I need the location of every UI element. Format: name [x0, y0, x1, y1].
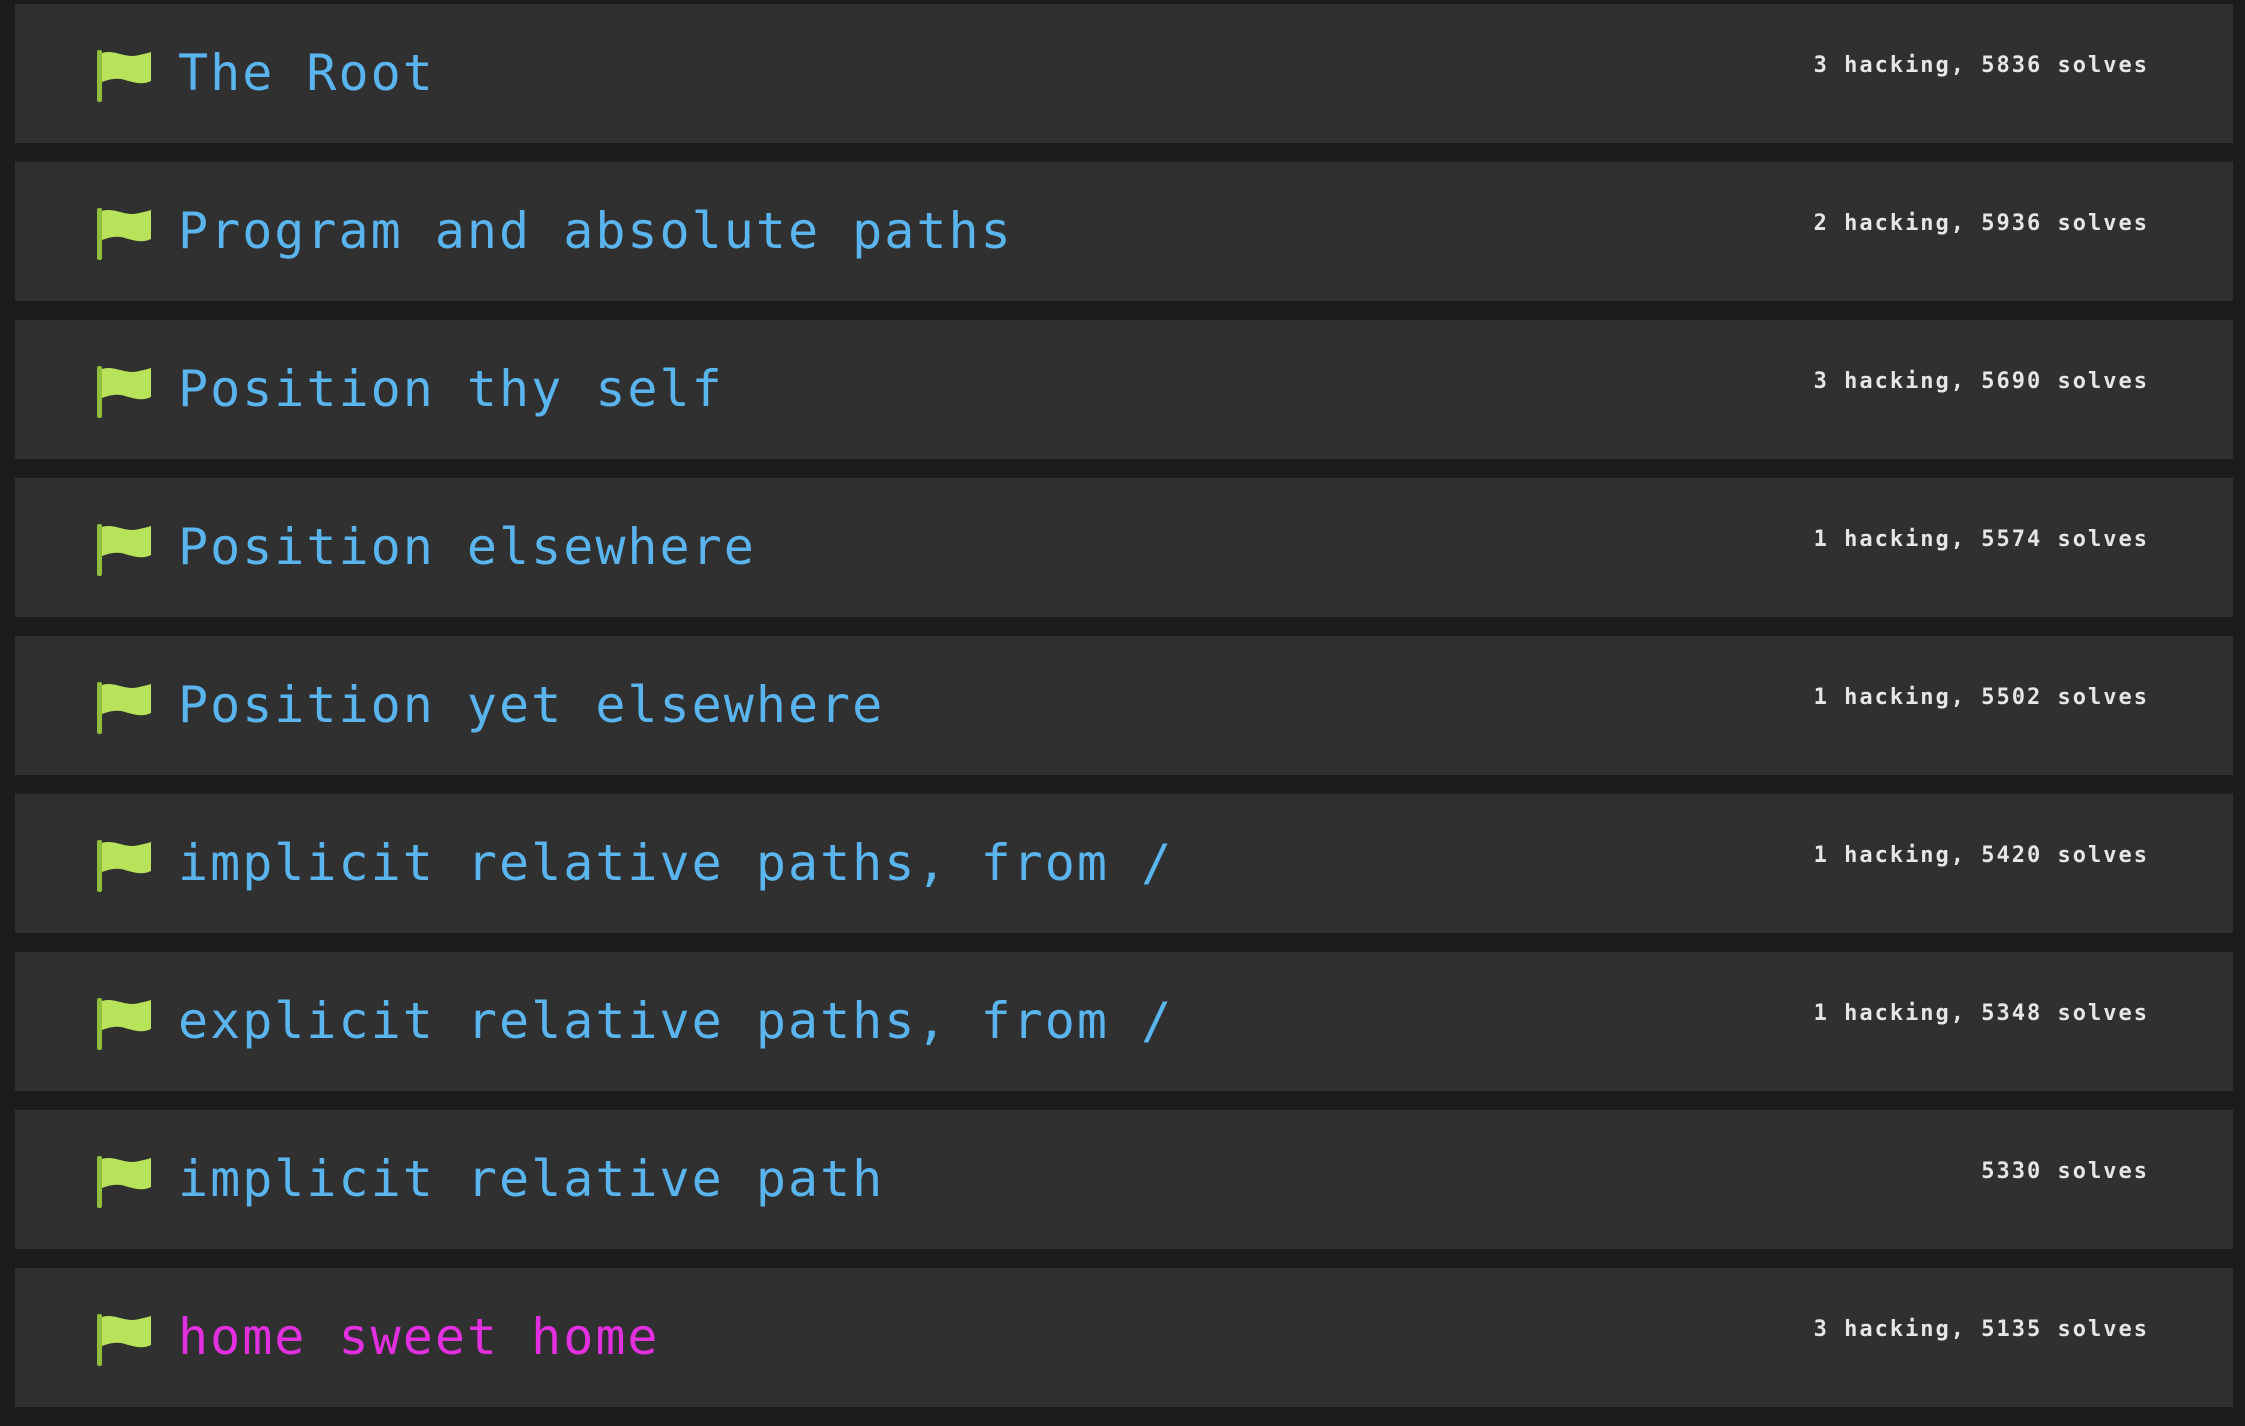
flag-icon	[97, 524, 151, 576]
challenge-stats: 3 hacking, 5690 solves	[1813, 369, 2149, 394]
flag-icon	[97, 1156, 151, 1208]
challenge-row-0[interactable]: The Root 3 hacking, 5836 solves	[15, 4, 2233, 143]
challenge-title[interactable]: Position elsewhere	[178, 478, 756, 617]
challenge-title[interactable]: The Root	[178, 4, 435, 143]
flag-icon	[97, 682, 151, 734]
challenge-stats: 2 hacking, 5936 solves	[1813, 211, 2149, 236]
challenge-row-7[interactable]: implicit relative path 5330 solves	[15, 1110, 2233, 1249]
challenge-title[interactable]: implicit relative paths, from /	[178, 794, 1173, 933]
challenge-stats: 3 hacking, 5135 solves	[1813, 1317, 2149, 1342]
challenge-row-5[interactable]: implicit relative paths, from / 1 hackin…	[15, 794, 2233, 933]
challenge-stats: 3 hacking, 5836 solves	[1813, 53, 2149, 78]
flag-icon	[97, 840, 151, 892]
challenge-stats: 1 hacking, 5502 solves	[1813, 685, 2149, 710]
challenge-stats: 1 hacking, 5348 solves	[1813, 1001, 2149, 1026]
flag-icon	[97, 208, 151, 260]
flag-icon	[97, 998, 151, 1050]
challenge-row-4[interactable]: Position yet elsewhere 1 hacking, 5502 s…	[15, 636, 2233, 775]
challenge-title[interactable]: explicit relative paths, from /	[178, 952, 1173, 1091]
challenge-stats: 5330 solves	[1981, 1159, 2149, 1184]
challenge-title[interactable]: home sweet home	[178, 1268, 660, 1407]
challenge-title[interactable]: Position yet elsewhere	[178, 636, 884, 775]
challenge-list: The Root 3 hacking, 5836 solves Program …	[15, 4, 2233, 1426]
challenge-title[interactable]: implicit relative path	[178, 1110, 884, 1249]
flag-icon	[97, 366, 151, 418]
challenge-row-1[interactable]: Program and absolute paths 2 hacking, 59…	[15, 162, 2233, 301]
flag-icon	[97, 1314, 151, 1366]
challenge-title[interactable]: Program and absolute paths	[178, 162, 1013, 301]
challenge-row-2[interactable]: Position thy self 3 hacking, 5690 solves	[15, 320, 2233, 459]
challenge-row-8[interactable]: home sweet home 3 hacking, 5135 solves	[15, 1268, 2233, 1407]
challenge-title[interactable]: Position thy self	[178, 320, 724, 459]
challenge-row-6[interactable]: explicit relative paths, from / 1 hackin…	[15, 952, 2233, 1091]
challenge-stats: 1 hacking, 5420 solves	[1813, 843, 2149, 868]
challenge-row-3[interactable]: Position elsewhere 1 hacking, 5574 solve…	[15, 478, 2233, 617]
flag-icon	[97, 50, 151, 102]
challenge-stats: 1 hacking, 5574 solves	[1813, 527, 2149, 552]
